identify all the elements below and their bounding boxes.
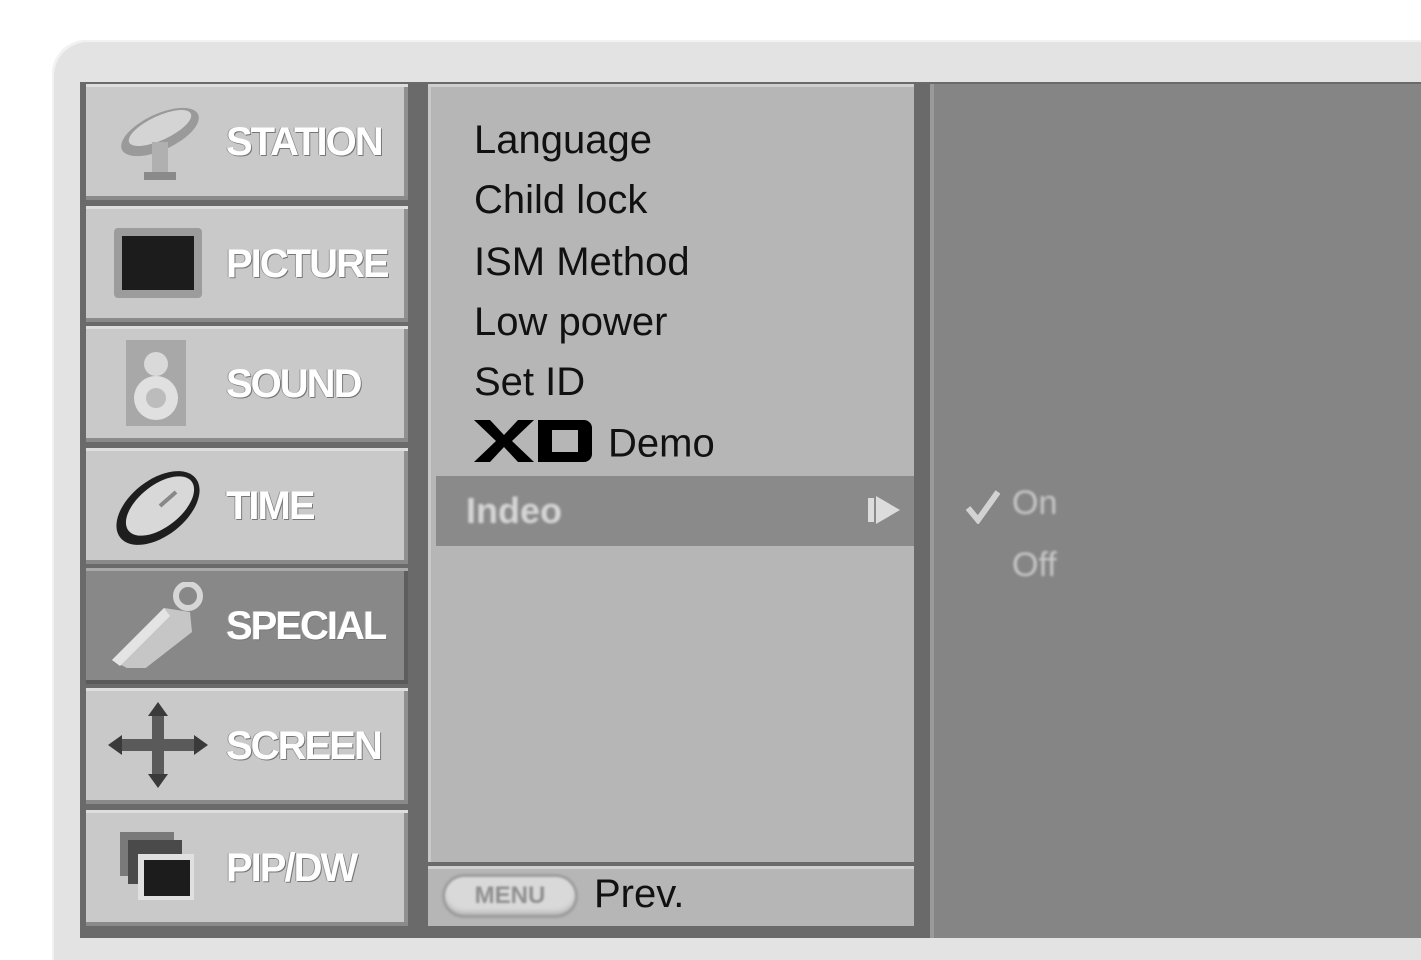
clock-icon <box>108 462 208 548</box>
xd-logo <box>474 420 592 472</box>
category-sound[interactable]: SOUND <box>86 326 408 442</box>
menu-item-child-lock[interactable]: Child lock <box>474 178 647 223</box>
play-arrow-icon <box>868 494 902 531</box>
move-arrows-icon <box>108 702 208 788</box>
category-pip-dw[interactable]: PIP/DW <box>86 810 408 926</box>
satellite-dish-icon <box>108 98 208 184</box>
pip-windows-icon <box>108 824 208 910</box>
category-label: SCREEN <box>226 723 383 768</box>
category-label: PICTURE <box>226 241 390 286</box>
option-off[interactable]: Off <box>1012 546 1057 585</box>
speaker-icon <box>108 340 208 426</box>
category-list: STATION PICTURE SOUND TIME SPECIAL SCREE… <box>86 84 412 938</box>
category-label: SOUND <box>226 361 362 406</box>
checkmark-icon <box>965 488 1001 529</box>
category-special[interactable]: SPECIAL <box>86 568 408 684</box>
menu-item-label: Indeo <box>466 490 562 531</box>
menu-item-set-id[interactable]: Set ID <box>474 360 585 405</box>
options-panel: On Off <box>930 84 1421 938</box>
menu-button[interactable]: MENU <box>442 874 578 918</box>
tv-screen-icon <box>108 220 208 306</box>
category-label: SPECIAL <box>226 603 387 648</box>
menu-item-low-power[interactable]: Low power <box>474 300 667 345</box>
menu-item-xd-demo[interactable]: Demo <box>474 420 715 472</box>
category-label: TIME <box>226 483 316 528</box>
menu-footer: MENU Prev. <box>428 866 914 926</box>
menu-item-indeo[interactable]: Indeo <box>436 476 914 546</box>
category-label: STATION <box>226 119 384 164</box>
special-submenu: Language Child lock ISM Method Low power… <box>428 84 914 862</box>
category-picture[interactable]: PICTURE <box>86 206 408 322</box>
menu-item-ism-method[interactable]: ISM Method <box>474 240 690 285</box>
option-on[interactable]: On <box>1012 484 1057 523</box>
category-station[interactable]: STATION <box>86 84 408 200</box>
tag-icon <box>108 582 208 668</box>
menu-item-language[interactable]: Language <box>474 118 652 163</box>
category-time[interactable]: TIME <box>86 448 408 564</box>
category-label: PIP/DW <box>226 845 358 890</box>
category-screen[interactable]: SCREEN <box>86 688 408 804</box>
xd-demo-label: Demo <box>608 421 715 466</box>
prev-label: Prev. <box>594 872 685 916</box>
